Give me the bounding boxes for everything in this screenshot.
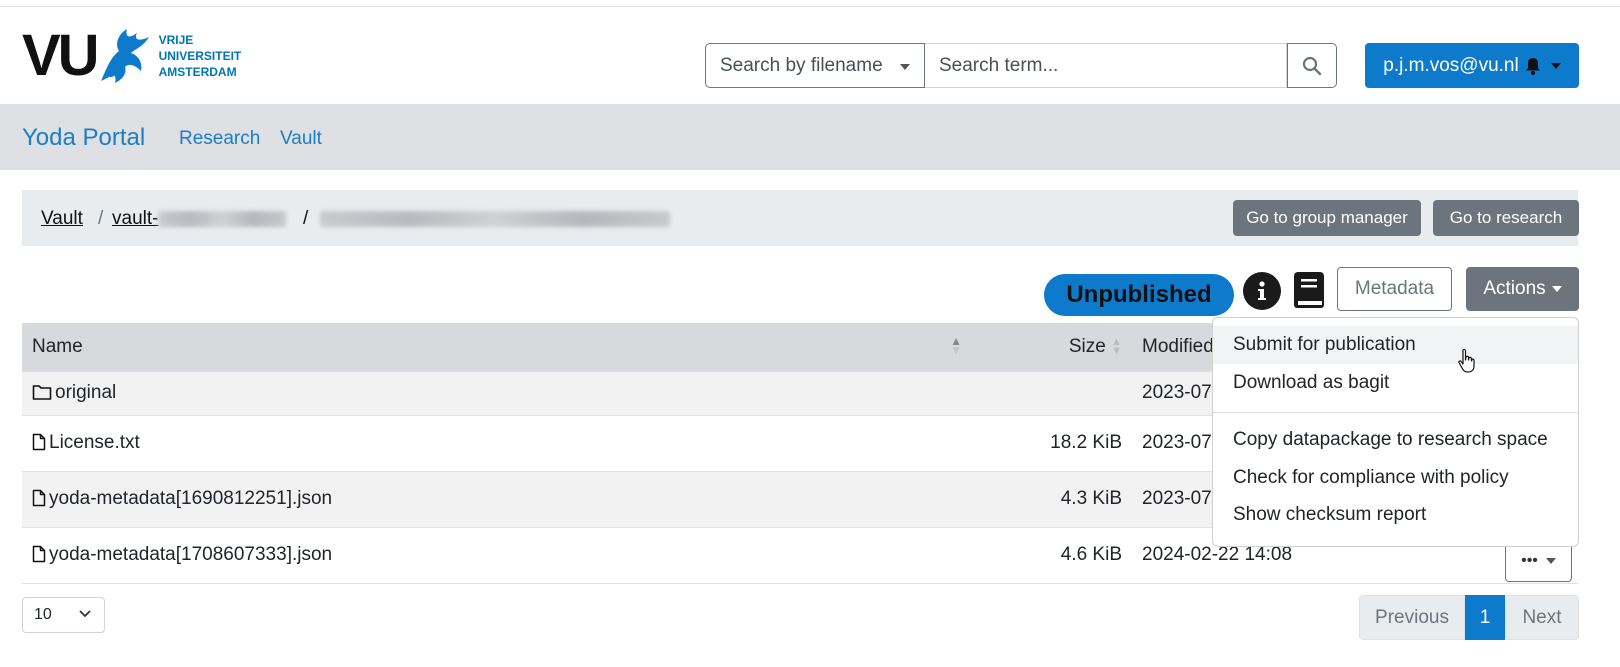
column-label: Size	[1068, 335, 1106, 357]
user-email: p.j.m.vos@vu.nl	[1383, 54, 1519, 76]
caret-down-icon	[1550, 62, 1561, 69]
file-name-cell[interactable]: yoda-metadata[1708607333].json	[22, 526, 972, 583]
breadcrumb-current	[320, 208, 670, 230]
vu-logo[interactable]: VU VRIJE UNIVERSITEIT AMSTERDAM	[22, 27, 241, 85]
search-button[interactable]	[1287, 43, 1337, 88]
file-name-cell[interactable]: License.txt	[22, 414, 972, 471]
file-name-cell[interactable]: original	[22, 370, 972, 415]
previous-page-button[interactable]: Previous	[1359, 595, 1465, 640]
nav-link-research[interactable]: Research	[179, 128, 260, 150]
search-scope-label: Search by filename	[720, 54, 883, 76]
breadcrumb-group-prefix: vault-	[112, 208, 159, 229]
file-icon	[32, 489, 46, 507]
page-1-button[interactable]: 1	[1465, 595, 1505, 640]
column-label: Name	[32, 335, 83, 357]
column-header-size[interactable]: Size ▲ ▼	[972, 323, 1132, 371]
sort-icon: ▲ ▼	[1111, 335, 1122, 357]
breadcrumb-separator: /	[303, 208, 309, 229]
actions-label: Actions	[1483, 278, 1546, 299]
caret-down-icon	[1551, 286, 1562, 292]
breadcrumb-group[interactable]: vault-	[112, 208, 287, 230]
menu-item-download-as-bagit[interactable]: Download as bagit	[1213, 364, 1578, 402]
folder-icon	[32, 385, 52, 400]
hand-cursor-icon	[1458, 348, 1475, 373]
header: VU VRIJE UNIVERSITEIT AMSTERDAM Search b…	[0, 7, 1620, 104]
next-page-button[interactable]: Next	[1505, 595, 1579, 640]
caret-down-icon	[900, 64, 910, 70]
breadcrumb-vault[interactable]: Vault	[41, 208, 83, 230]
file-icon	[32, 433, 46, 451]
provenance-button[interactable]	[1292, 270, 1326, 310]
search-scope-dropdown[interactable]: Search by filename	[705, 43, 925, 88]
search-group: Search by filename	[705, 43, 1337, 88]
menu-item-checksum-report[interactable]: Show checksum report	[1213, 496, 1578, 534]
go-to-research-button[interactable]: Go to research	[1433, 200, 1579, 236]
logo-wordmark: VRIJE UNIVERSITEIT AMSTERDAM	[159, 32, 242, 80]
menu-divider	[1213, 412, 1578, 413]
menu-item-copy-to-research[interactable]: Copy datapackage to research space	[1213, 421, 1578, 459]
file-name: original	[55, 382, 117, 403]
logo-line: AMSTERDAM	[158, 65, 237, 79]
column-header-name[interactable]: Name ▲ ▼	[22, 323, 972, 371]
sort-icon: ▲ ▼	[950, 334, 962, 357]
logo-line: VRIJE	[158, 33, 194, 47]
file-size: 4.6 KiB	[972, 526, 1132, 583]
go-to-group-manager-button[interactable]: Go to group manager	[1233, 200, 1421, 236]
user-menu-button[interactable]: p.j.m.vos@vu.nl	[1365, 43, 1579, 88]
info-icon	[1258, 281, 1266, 300]
menu-item-submit-for-publication[interactable]: Submit for publication	[1213, 326, 1578, 364]
redacted-text	[158, 210, 287, 227]
page-size-value: 10	[34, 606, 52, 623]
info-button[interactable]	[1243, 272, 1281, 310]
file-name: License.txt	[49, 432, 140, 453]
bell-icon	[1525, 57, 1540, 75]
actions-dropdown-button[interactable]: Actions	[1466, 267, 1579, 311]
page-size-select[interactable]: 10	[22, 597, 105, 633]
file-size: 4.3 KiB	[972, 470, 1132, 527]
file-size: 18.2 KiB	[972, 414, 1132, 471]
book-icon	[1294, 272, 1324, 308]
file-name: yoda-metadata[1690812251].json	[49, 488, 333, 509]
pagination: Previous 1 Next	[1359, 595, 1579, 640]
breadcrumb-separator: /	[98, 208, 104, 229]
redacted-text	[320, 210, 670, 227]
file-icon	[32, 545, 46, 563]
file-name-cell[interactable]: yoda-metadata[1690812251].json	[22, 470, 972, 527]
actions-dropdown-menu: Submit for publication Download as bagit…	[1212, 317, 1579, 547]
logo-line: UNIVERSITEIT	[158, 49, 242, 63]
brand-link[interactable]: Yoda Portal	[22, 124, 145, 152]
logo-mark: VU	[22, 23, 100, 88]
griffin-icon	[100, 29, 149, 83]
search-input[interactable]	[925, 43, 1287, 88]
chevron-down-icon	[79, 610, 91, 618]
file-size	[972, 370, 1132, 415]
search-icon	[1302, 56, 1322, 75]
file-name: yoda-metadata[1708607333].json	[49, 544, 333, 565]
top-border	[0, 0, 1620, 7]
status-badge: Unpublished	[1044, 274, 1234, 316]
menu-item-check-compliance[interactable]: Check for compliance with policy	[1213, 459, 1578, 497]
metadata-button[interactable]: Metadata	[1337, 267, 1452, 311]
navbar: Yoda Portal Research Vault	[0, 104, 1620, 170]
more-icon: •••	[1521, 551, 1538, 569]
caret-down-icon	[1545, 557, 1556, 564]
nav-link-vault[interactable]: Vault	[280, 128, 322, 150]
